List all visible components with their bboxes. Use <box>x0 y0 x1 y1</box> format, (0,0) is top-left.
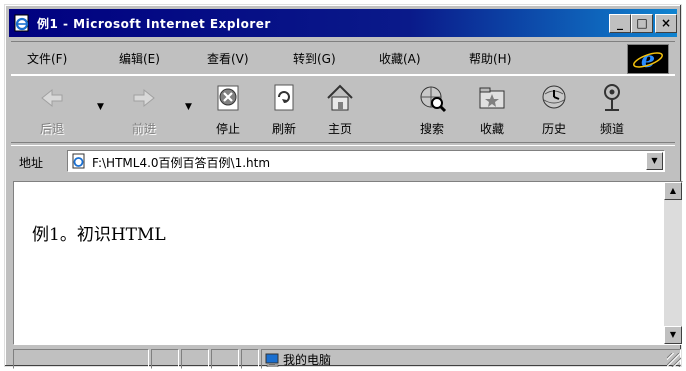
scroll-up-icon[interactable]: ▲ <box>664 182 682 200</box>
status-zone-label: 我的电脑 <box>283 353 332 367</box>
status-zone: 我的电脑 <box>265 351 331 368</box>
home-button[interactable]: 主页 <box>317 82 363 138</box>
channels-label: 频道 <box>599 122 624 136</box>
stop-icon <box>217 85 239 111</box>
refresh-label: 刷新 <box>271 122 296 136</box>
refresh-button[interactable]: 刷新 <box>261 82 307 138</box>
menu-view[interactable]: 查看(V) <box>207 50 249 67</box>
tool-bar: 后退 ▼ 前进 ▼ 停止 刷新 主页 搜索 收藏 历史 频道 <box>11 75 675 143</box>
stop-button[interactable]: 停止 <box>205 82 251 138</box>
forward-dropdown-icon[interactable]: ▼ <box>185 102 192 112</box>
channels-icon <box>604 84 620 111</box>
menu-favorites[interactable]: 收藏(A) <box>379 50 421 67</box>
scroll-down-icon[interactable]: ▼ <box>664 326 682 344</box>
refresh-icon <box>274 84 294 111</box>
search-globe-icon <box>420 86 447 113</box>
search-button[interactable]: 搜索 <box>409 82 455 138</box>
ie-logo-icon: e <box>627 44 669 74</box>
forward-button[interactable]: 前进 <box>121 82 167 138</box>
forward-label: 前进 <box>131 122 156 136</box>
address-value: F:\HTML4.0百例百答百例\1.htm <box>92 156 271 170</box>
back-dropdown-icon[interactable]: ▼ <box>97 102 104 112</box>
minimize-button[interactable]: _ <box>609 14 631 33</box>
history-button[interactable]: 历史 <box>531 82 577 138</box>
back-button[interactable]: 后退 <box>29 82 75 138</box>
menu-edit[interactable]: 编辑(E) <box>119 50 160 67</box>
back-arrow-icon <box>41 88 63 108</box>
stop-label: 停止 <box>215 122 240 136</box>
menu-go[interactable]: 转到(G) <box>293 50 336 67</box>
menu-bar: 文件(F) 编辑(E) 查看(V) 转到(G) 收藏(A) 帮助(H) e <box>11 41 675 75</box>
search-label: 搜索 <box>419 122 444 136</box>
browser-window: 例1 - Microsoft Internet Explorer _ □ × 文… <box>4 4 683 369</box>
status-bar: 我的电脑 <box>13 349 683 369</box>
menu-file[interactable]: 文件(F) <box>27 50 67 67</box>
address-bar: 地址 F:\HTML4.0百例百答百例\1.htm ▼ <box>11 145 675 176</box>
home-icon <box>327 84 353 111</box>
forward-arrow-icon <box>133 88 155 108</box>
page-text: 例1。初识HTML <box>32 225 166 245</box>
menu-help[interactable]: 帮助(H) <box>469 50 511 67</box>
address-label: 地址 <box>19 156 44 170</box>
address-input[interactable]: F:\HTML4.0百例百答百例\1.htm ▼ <box>67 150 665 172</box>
page-viewport[interactable]: 例1。初识HTML ▲ ▼ <box>13 181 683 345</box>
favorites-button[interactable]: 收藏 <box>469 82 515 138</box>
resize-grip-icon[interactable] <box>667 353 681 367</box>
window-title: 例1 - Microsoft Internet Explorer <box>37 17 271 31</box>
title-bar[interactable]: 例1 - Microsoft Internet Explorer _ □ × <box>9 9 677 37</box>
status-pane-4 <box>211 349 239 369</box>
history-icon <box>542 85 566 109</box>
history-label: 历史 <box>541 122 566 136</box>
status-pane-5 <box>241 349 259 369</box>
favorites-label: 收藏 <box>479 122 504 136</box>
ie-page-icon <box>14 14 29 32</box>
home-label: 主页 <box>327 122 352 136</box>
status-pane-3 <box>181 349 209 369</box>
status-message-pane <box>13 349 149 369</box>
close-button[interactable]: × <box>655 14 677 33</box>
svg-text:e: e <box>641 47 655 73</box>
status-pane-2 <box>151 349 179 369</box>
vertical-scrollbar[interactable]: ▲ ▼ <box>664 182 682 344</box>
favorites-icon <box>479 87 505 109</box>
page-icon <box>72 153 85 169</box>
my-computer-icon <box>265 353 279 367</box>
channels-button[interactable]: 频道 <box>589 82 635 138</box>
maximize-button[interactable]: □ <box>631 14 653 33</box>
address-dropdown-icon[interactable]: ▼ <box>646 152 663 170</box>
back-label: 后退 <box>39 122 64 136</box>
